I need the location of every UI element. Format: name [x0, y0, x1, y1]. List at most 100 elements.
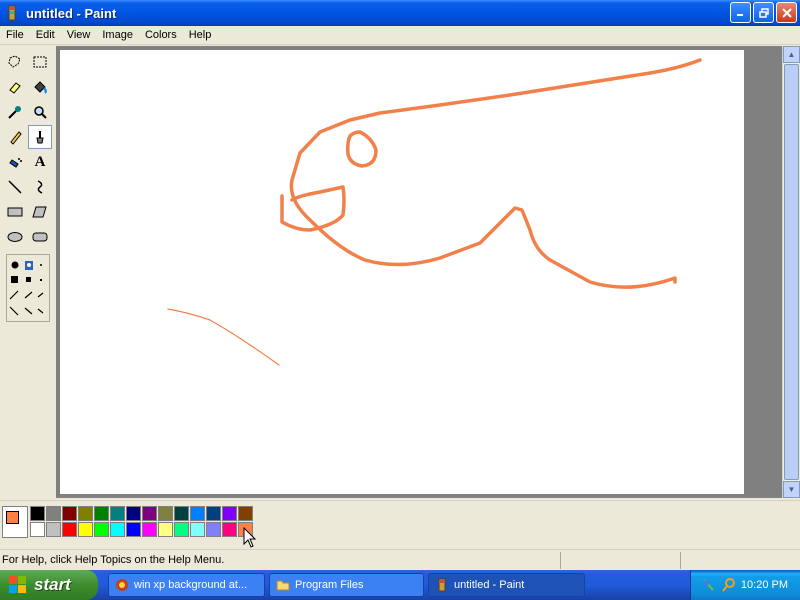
current-colors[interactable]	[2, 506, 28, 538]
menu-edit[interactable]: Edit	[30, 29, 61, 41]
palette-swatch[interactable]	[30, 506, 45, 521]
scroll-thumb[interactable]	[784, 64, 799, 480]
rounded-rectangle-tool[interactable]	[28, 225, 52, 249]
orange-thick-stroke	[289, 58, 702, 289]
menu-file[interactable]: File	[0, 29, 30, 41]
brush-shape-options[interactable]	[6, 254, 50, 322]
search-icon[interactable]	[721, 577, 737, 593]
taskbar-item-browser[interactable]: win xp background at...	[108, 573, 265, 597]
status-pane-position	[560, 552, 561, 569]
vertical-scrollbar[interactable]: ▲ ▼	[782, 46, 800, 498]
magnifier-tool[interactable]	[28, 100, 52, 124]
palette-swatch[interactable]	[126, 506, 141, 521]
toolbox: A	[0, 46, 56, 498]
taskbar-item-program-files[interactable]: Program Files	[269, 573, 424, 597]
pencil-icon	[10, 131, 22, 145]
clock[interactable]: 10:20 PM	[741, 579, 788, 591]
palette-swatch[interactable]	[190, 522, 205, 537]
close-button[interactable]	[776, 2, 797, 23]
ellipse-icon	[7, 232, 23, 242]
drawing-canvas[interactable]	[60, 50, 744, 494]
curve-icon	[37, 180, 43, 194]
palette-swatch[interactable]	[158, 522, 173, 537]
brush-tool[interactable]	[28, 125, 52, 149]
orange-loop-eye	[346, 130, 378, 168]
drawing-strokes	[167, 58, 702, 366]
scroll-up-button[interactable]: ▲	[783, 46, 800, 63]
ellipse-tool[interactable]	[3, 225, 27, 249]
free-form-select-icon	[8, 55, 21, 68]
status-pane-size	[680, 552, 681, 569]
palette-swatch[interactable]	[206, 522, 221, 537]
rectangle-icon	[7, 207, 23, 217]
magnifier-icon	[34, 106, 47, 119]
palette-swatch[interactable]	[30, 522, 45, 537]
polygon-tool[interactable]	[28, 200, 52, 224]
taskbar: start win xp background at... Program Fi…	[0, 570, 800, 600]
taskbar-item-label: untitled - Paint	[454, 579, 525, 591]
color-box	[0, 500, 800, 546]
paint-app-icon[interactable]	[4, 5, 20, 21]
system-tray: 10:20 PM	[690, 570, 800, 600]
palette-swatch[interactable]	[222, 522, 237, 537]
fill-with-color-tool[interactable]	[28, 75, 52, 99]
palette-swatch[interactable]	[174, 522, 189, 537]
brush-icon	[36, 131, 44, 144]
palette-swatch[interactable]	[190, 506, 205, 521]
taskbar-item-label: Program Files	[295, 579, 364, 591]
pick-color-tool[interactable]	[3, 100, 27, 124]
free-form-select-tool[interactable]	[3, 50, 27, 74]
menu-help[interactable]: Help	[183, 29, 218, 41]
palette-swatch[interactable]	[46, 522, 61, 537]
pencil-tool[interactable]	[3, 125, 27, 149]
palette-swatch[interactable]	[46, 506, 61, 521]
menu-image[interactable]: Image	[96, 29, 139, 41]
status-help-text: For Help, click Help Topics on the Help …	[2, 554, 225, 566]
palette-swatch[interactable]	[238, 506, 253, 521]
mouse-cursor-icon	[243, 527, 257, 548]
palette-swatch[interactable]	[78, 522, 93, 537]
fill-with-color-icon	[34, 81, 47, 94]
paint-icon	[438, 578, 446, 592]
minimize-button[interactable]	[730, 2, 751, 23]
menu-view[interactable]: View	[61, 29, 97, 41]
line-tool[interactable]	[3, 175, 27, 199]
folder-icon	[276, 580, 290, 591]
close-icon	[781, 7, 792, 18]
palette-swatch[interactable]	[126, 522, 141, 537]
start-label: start	[34, 575, 71, 594]
palette-swatch[interactable]	[94, 506, 109, 521]
polygon-icon	[32, 206, 47, 218]
taskbar-item-label: win xp background at...	[134, 579, 248, 591]
palette-swatch[interactable]	[110, 522, 125, 537]
palette-swatch[interactable]	[142, 522, 157, 537]
orange-thin-line	[167, 308, 280, 366]
palette-swatch[interactable]	[206, 506, 221, 521]
rectangle-tool[interactable]	[3, 200, 27, 224]
start-button[interactable]: start	[0, 570, 98, 600]
palette-swatch[interactable]	[158, 506, 173, 521]
network-icon[interactable]	[701, 577, 717, 593]
airbrush-tool[interactable]	[3, 150, 27, 174]
scroll-down-button[interactable]: ▼	[783, 481, 800, 498]
select-tool[interactable]	[28, 50, 52, 74]
eraser-icon	[9, 82, 21, 94]
palette-swatch[interactable]	[110, 506, 125, 521]
palette-swatch[interactable]	[94, 522, 109, 537]
rounded-rectangle-icon	[32, 232, 48, 242]
text-tool[interactable]: A	[28, 150, 52, 174]
curve-tool[interactable]	[28, 175, 52, 199]
taskbar-item-paint[interactable]: untitled - Paint	[428, 573, 585, 597]
palette-swatch[interactable]	[174, 506, 189, 521]
maximize-button[interactable]	[753, 2, 774, 23]
palette-swatch[interactable]	[222, 506, 237, 521]
menu-colors[interactable]: Colors	[139, 29, 183, 41]
eraser-tool[interactable]	[3, 75, 27, 99]
browser-icon	[116, 579, 128, 591]
canvas-area	[56, 46, 782, 498]
palette-swatch[interactable]	[78, 506, 93, 521]
palette-swatch[interactable]	[142, 506, 157, 521]
palette-swatch[interactable]	[62, 506, 77, 521]
text-icon: A	[34, 153, 46, 170]
palette-swatch[interactable]	[62, 522, 77, 537]
